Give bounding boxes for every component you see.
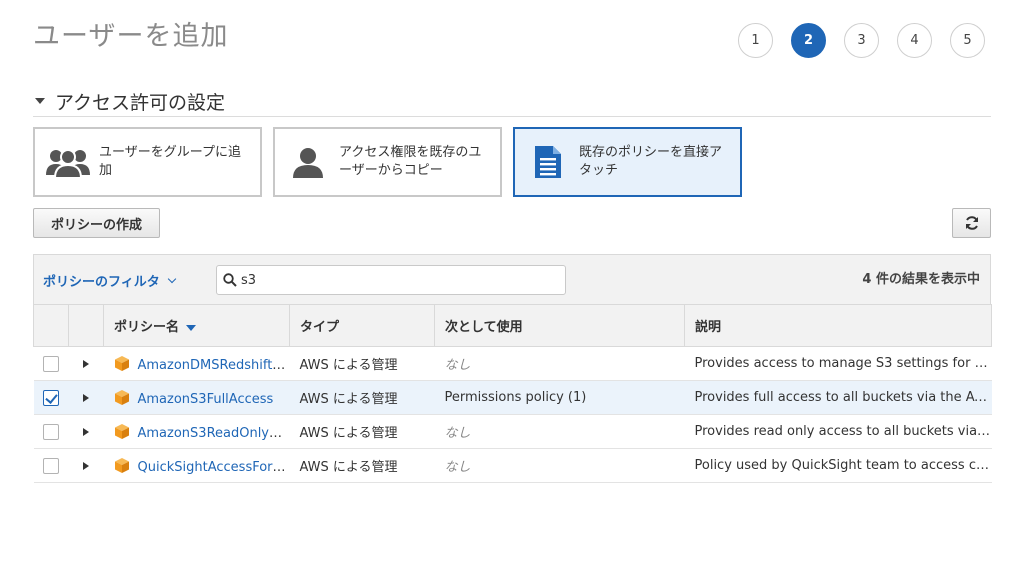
- policy-table: ポリシー名 タイプ 次として使用 説明 AmazonDMSRedshiftS3R…: [33, 304, 992, 483]
- option-label: アクセス権限を既存のユーザーからコピー: [339, 145, 482, 178]
- step-2[interactable]: 2: [791, 23, 826, 58]
- expand-icon[interactable]: [83, 393, 89, 402]
- option-attach-policies[interactable]: 既存のポリシーを直接アタッチ: [513, 127, 742, 197]
- table-header-row: ポリシー名 タイプ 次として使用 説明: [33, 304, 992, 347]
- expand-icon[interactable]: [83, 461, 89, 470]
- row-checkbox[interactable]: [43, 355, 59, 372]
- row-checkbox[interactable]: [43, 423, 59, 440]
- header-type[interactable]: タイプ: [289, 304, 435, 347]
- policy-used-as: なし: [434, 346, 685, 381]
- option-label: ユーザーをグループに追加: [99, 145, 241, 178]
- search-input[interactable]: [241, 272, 551, 288]
- expand-icon[interactable]: [83, 359, 89, 368]
- policy-type: AWS による管理: [289, 380, 435, 415]
- table-row[interactable]: AmazonDMSRedshiftS3Role AWS による管理 なし Pro…: [33, 346, 992, 381]
- policy-box-icon: [114, 389, 129, 405]
- search-icon: [223, 273, 237, 287]
- policy-used-as: Permissions policy (1): [434, 380, 685, 415]
- filter-bar: ポリシーのフィルタ 4 件の結果を表示中: [33, 254, 991, 304]
- header-description[interactable]: 説明: [684, 304, 992, 347]
- header-policy-name[interactable]: ポリシー名: [103, 304, 290, 347]
- policy-type: AWS による管理: [289, 448, 435, 483]
- policy-description: Provides full access to all buckets via …: [684, 380, 992, 415]
- result-count: 4 件の結果を表示中: [862, 272, 980, 287]
- table-row[interactable]: AmazonS3ReadOnlyAccess AWS による管理 なし Prov…: [33, 414, 992, 449]
- policy-description: Provides access to manage S3 settings fo…: [684, 346, 992, 381]
- permissions-section-header[interactable]: アクセス許可の設定: [33, 86, 991, 117]
- refresh-icon: [965, 216, 978, 230]
- policy-type: AWS による管理: [289, 346, 435, 381]
- step-4[interactable]: 4: [897, 23, 932, 58]
- option-label: 既存のポリシーを直接アタッチ: [579, 145, 723, 178]
- policy-box-icon: [114, 355, 129, 371]
- sort-desc-icon: [186, 324, 197, 331]
- option-add-to-group[interactable]: ユーザーをグループに追加: [33, 127, 262, 197]
- step-1[interactable]: 1: [738, 23, 773, 58]
- policy-name-link[interactable]: AmazonDMSRedshiftS3Role: [138, 358, 290, 373]
- expand-icon[interactable]: [83, 427, 89, 436]
- header-used-as[interactable]: 次として使用: [434, 304, 685, 347]
- policy-type: AWS による管理: [289, 414, 435, 449]
- policy-box-icon: [114, 423, 129, 439]
- header-expand: [68, 304, 104, 347]
- user-icon: [285, 145, 331, 179]
- policy-name-link[interactable]: AmazonS3ReadOnlyAccess: [138, 426, 290, 441]
- filter-label: ポリシーのフィルタ: [43, 275, 160, 290]
- policy-name-link[interactable]: AmazonS3FullAccess: [138, 392, 274, 407]
- option-copy-permissions[interactable]: アクセス権限を既存のユーザーからコピー: [273, 127, 502, 197]
- wizard-steps: 1 2 3 4 5: [738, 23, 985, 58]
- search-box[interactable]: [216, 265, 566, 295]
- permission-options: ユーザーをグループに追加 アクセス権限を既存のユーザーからコピー 既存のポリシー…: [33, 127, 742, 197]
- row-checkbox[interactable]: [43, 457, 59, 474]
- policy-used-as: なし: [434, 414, 685, 449]
- policy-used-as: なし: [434, 448, 685, 483]
- step-5[interactable]: 5: [950, 23, 985, 58]
- policy-description: Provides read only access to all buckets…: [684, 414, 992, 449]
- user-group-icon: [45, 145, 91, 179]
- document-icon: [525, 144, 571, 180]
- policy-table-panel: ポリシーのフィルタ 4 件の結果を表示中 ポリシー名 タイプ 次として使用 説明: [33, 254, 992, 483]
- policy-name-link[interactable]: QuickSightAccessForS3StorageManagementAn…: [138, 460, 290, 475]
- table-row[interactable]: QuickSightAccessForS3StorageManagementAn…: [33, 448, 992, 483]
- chevron-down-icon: [167, 274, 176, 284]
- header-select: [33, 304, 69, 347]
- section-title: アクセス許可の設定: [55, 91, 226, 114]
- policy-filter-dropdown[interactable]: ポリシーのフィルタ: [43, 271, 176, 290]
- policy-box-icon: [114, 457, 129, 473]
- page-title: ユーザーを追加: [33, 21, 229, 52]
- table-row[interactable]: AmazonS3FullAccess AWS による管理 Permissions…: [33, 380, 992, 415]
- step-3[interactable]: 3: [844, 23, 879, 58]
- create-policy-button[interactable]: ポリシーの作成: [33, 208, 160, 238]
- policy-description: Policy used by QuickSight team to access…: [684, 448, 992, 483]
- refresh-button[interactable]: [952, 208, 991, 238]
- caret-down-icon: [35, 98, 45, 104]
- row-checkbox[interactable]: [43, 389, 59, 406]
